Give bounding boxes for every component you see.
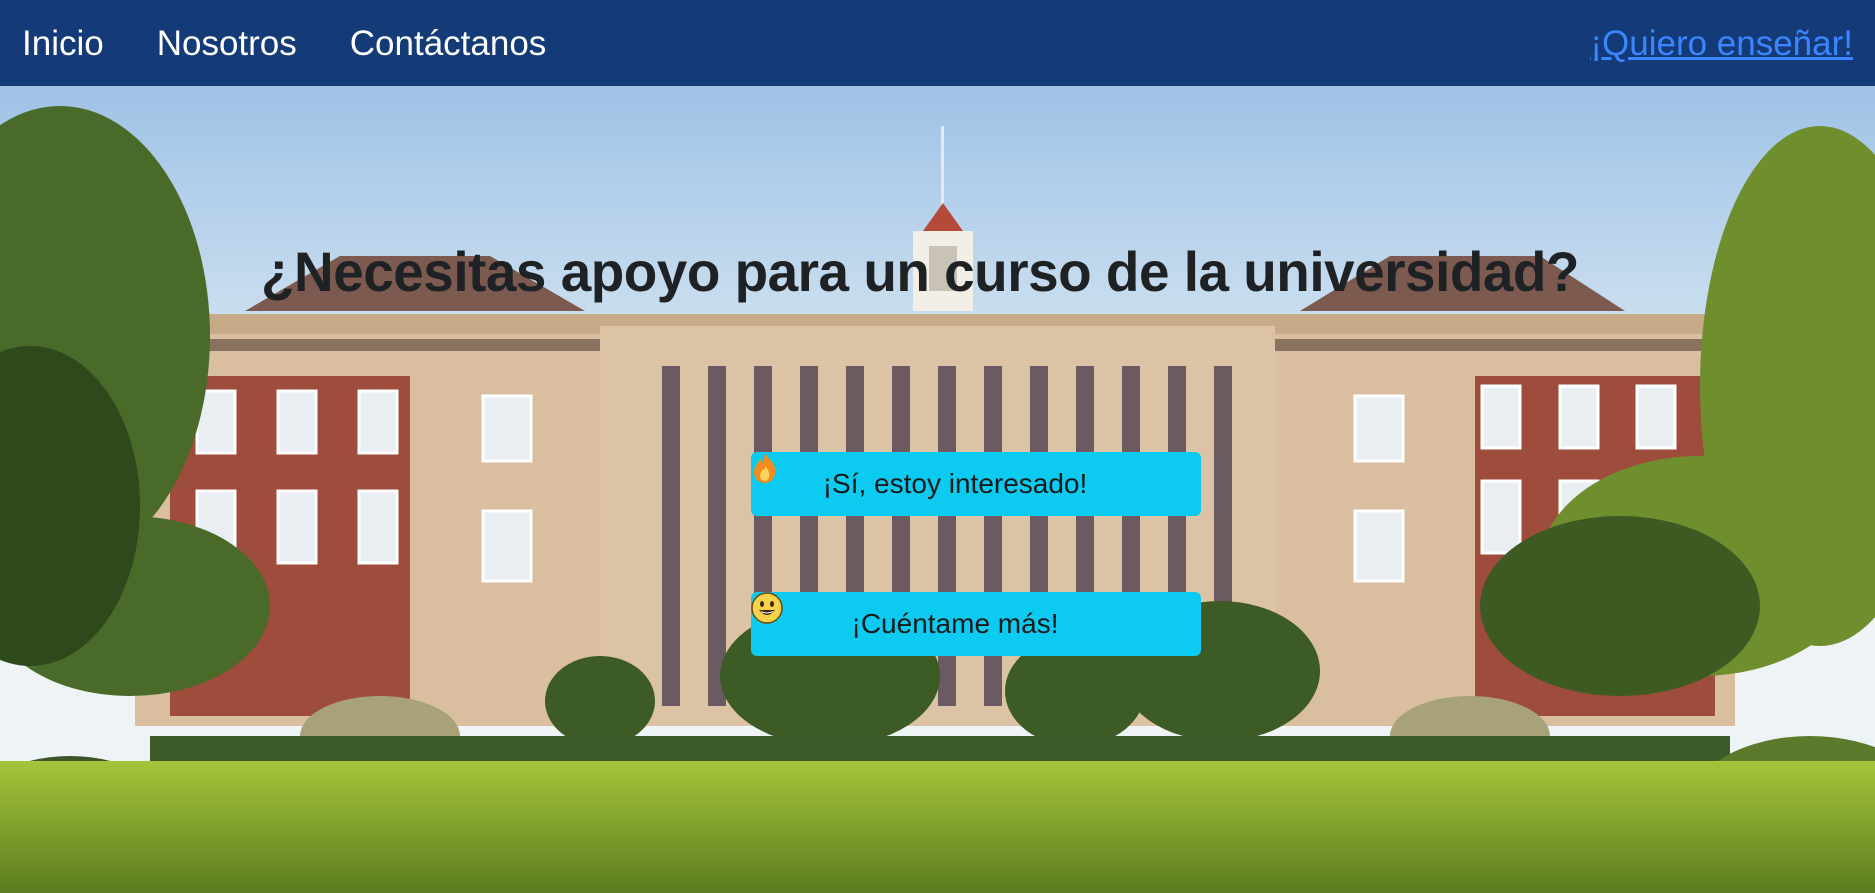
interested-button-label: ¡Sí, estoy interesado! <box>822 468 1088 499</box>
nav-link-inicio[interactable]: Inicio <box>22 26 104 61</box>
tell-me-more-button[interactable]: ¡Cuéntame más! <box>751 592 1201 656</box>
fire-emoji-icon <box>754 453 1129 500</box>
nav-link-nosotros[interactable]: Nosotros <box>157 26 297 61</box>
hero-title: ¿Necesitas apoyo para un curso de la uni… <box>261 240 1579 303</box>
nav-links: Inicio Nosotros Contáctanos <box>22 26 546 61</box>
nav-right: ¡Quiero enseñar! <box>1590 26 1853 61</box>
grinning-face-emoji-icon <box>751 592 1100 640</box>
tell-me-more-button-label: ¡Cuéntame más! <box>851 608 1059 639</box>
quiero-ensenar-link[interactable]: ¡Quiero enseñar! <box>1590 24 1853 63</box>
interested-button[interactable]: ¡Sí, estoy interesado! <box>751 452 1201 516</box>
top-navbar: Inicio Nosotros Contáctanos ¡Quiero ense… <box>0 0 1875 86</box>
hero-section: ¿Necesitas apoyo para un curso de la uni… <box>0 86 1875 893</box>
nav-link-contactanos[interactable]: Contáctanos <box>350 26 547 61</box>
